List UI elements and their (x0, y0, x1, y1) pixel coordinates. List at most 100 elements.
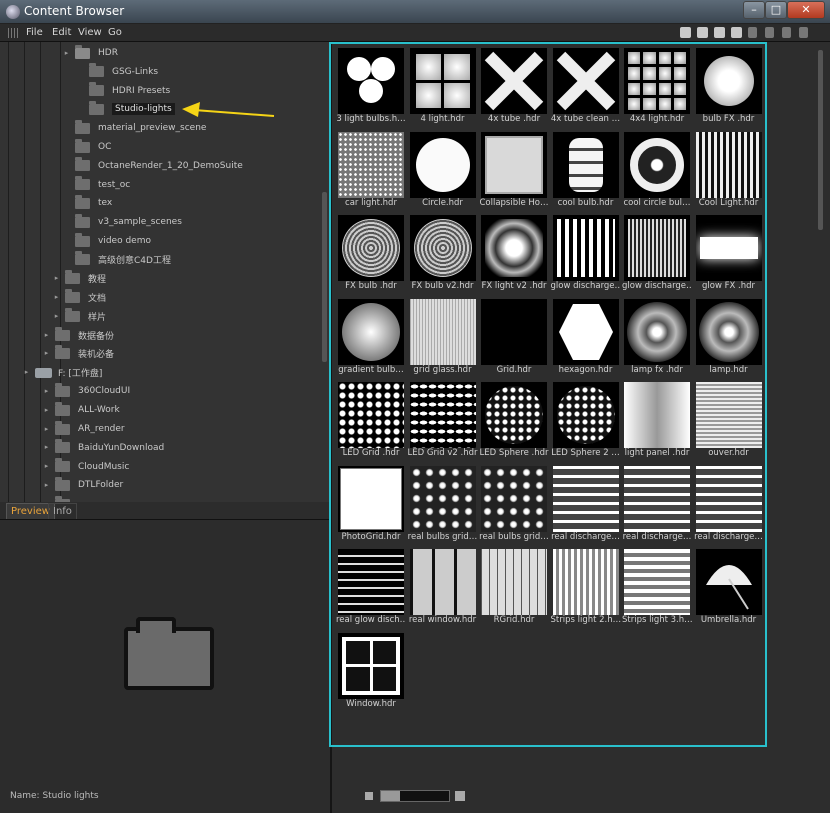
menu-view[interactable]: View (78, 27, 102, 38)
file-thumbnail[interactable]: cool bulb.hdr (551, 128, 621, 210)
expand-arrow-icon[interactable]: ▸ (62, 49, 71, 58)
file-thumbnail[interactable]: FX bulb .hdr (336, 211, 406, 293)
tree-item[interactable]: ▸ 数据备份 (42, 326, 114, 344)
tree-item[interactable]: ▸ BaiduYunDownload (42, 439, 164, 457)
file-thumbnail[interactable]: FX light v2 .hdr (479, 211, 549, 293)
home-icon[interactable] (731, 27, 742, 38)
file-thumbnail[interactable]: grid glass.hdr (408, 295, 478, 377)
tree-item[interactable]: ▸ 360CloudUI (42, 382, 130, 400)
file-thumbnail[interactable]: Umbrella.hdr (694, 545, 764, 627)
file-thumbnail[interactable]: LED Sphere 2 … (551, 378, 621, 460)
search-icon[interactable] (799, 27, 808, 38)
tree-item[interactable]: OctaneRender_1_20_DemoSuite (62, 157, 243, 175)
tree-item[interactable]: GSG-Links (76, 63, 158, 81)
file-thumbnail[interactable]: lamp.hdr (694, 295, 764, 377)
tree-item[interactable]: ▸ 文档 (52, 288, 106, 306)
zoom-slider[interactable] (365, 789, 475, 803)
menu-file[interactable]: File (26, 27, 43, 38)
file-thumbnail[interactable]: LED Grid v2 .hdr (408, 378, 478, 460)
file-thumbnail[interactable]: glow FX .hdr (694, 211, 764, 293)
file-thumbnail[interactable]: light panel .hdr (622, 378, 692, 460)
file-thumbnail[interactable]: real glow disch… (336, 545, 406, 627)
tree-item[interactable]: tex (62, 194, 112, 212)
menu-go[interactable]: Go (108, 27, 122, 38)
file-thumbnail[interactable]: real discharge… (622, 462, 692, 544)
file-thumbnail[interactable]: PhotoGrid.hdr (336, 462, 406, 544)
expand-arrow-icon[interactable] (62, 180, 71, 189)
file-thumbnail[interactable]: glow discharge… (622, 211, 692, 293)
grid-scrollbar[interactable] (818, 50, 823, 230)
file-thumbnail[interactable]: Collapsible Ho… (479, 128, 549, 210)
file-thumbnail[interactable]: Strips light 2.h… (551, 545, 621, 627)
save-icon[interactable] (697, 27, 708, 38)
file-thumbnail[interactable]: ouver.hdr (694, 378, 764, 460)
file-thumbnail[interactable]: RGrid.hdr (479, 545, 549, 627)
expand-arrow-icon[interactable]: ▸ (42, 406, 51, 415)
file-thumbnail[interactable]: 4 light.hdr (408, 44, 478, 126)
file-thumbnail[interactable]: Window.hdr (336, 629, 406, 711)
tree-item[interactable]: test_oc (62, 176, 130, 194)
expand-arrow-icon[interactable] (76, 105, 85, 114)
expand-arrow-icon[interactable] (62, 143, 71, 152)
menu-edit[interactable]: Edit (52, 27, 71, 38)
tree-item[interactable]: v3_sample_scenes (62, 213, 182, 231)
file-thumbnail[interactable]: real discharge… (551, 462, 621, 544)
tree-item[interactable]: ▸ DTLFolder (42, 476, 123, 494)
file-thumbnail[interactable]: hexagon.hdr (551, 295, 621, 377)
large-thumb-icon[interactable] (455, 791, 465, 801)
expand-arrow-icon[interactable]: ▸ (22, 368, 31, 377)
file-thumbnail[interactable]: glow discharge… (551, 211, 621, 293)
zoom-track[interactable] (380, 790, 450, 802)
expand-arrow-icon[interactable]: ▸ (42, 349, 51, 358)
file-thumbnail[interactable]: real window.hdr (408, 545, 478, 627)
expand-arrow-icon[interactable]: ▸ (42, 462, 51, 471)
file-thumbnail[interactable]: LED Grid .hdr (336, 378, 406, 460)
tree-item[interactable]: ▸ 装机必备 (42, 345, 114, 363)
expand-arrow-icon[interactable]: ▸ (42, 331, 51, 340)
file-thumbnail[interactable]: 4x4 light.hdr (622, 44, 692, 126)
tree-item[interactable]: ▸ CloudMusic (42, 458, 129, 476)
file-thumbnail[interactable]: Strips light 3.h… (622, 545, 692, 627)
tree-item[interactable]: HDRI Presets (76, 82, 170, 100)
forward-icon[interactable] (765, 27, 774, 38)
close-button[interactable]: ✕ (787, 1, 825, 19)
new-folder-icon[interactable] (680, 27, 691, 38)
expand-arrow-icon[interactable] (62, 124, 71, 133)
file-thumbnail[interactable]: real bulbs grid… (479, 462, 549, 544)
grip-icon[interactable] (8, 28, 18, 38)
expand-arrow-icon[interactable]: ▸ (52, 312, 61, 321)
tree-item[interactable]: ▸ ALL-Work (42, 401, 120, 419)
expand-arrow-icon[interactable] (62, 255, 71, 264)
expand-arrow-icon[interactable] (62, 199, 71, 208)
small-thumb-icon[interactable] (365, 792, 373, 800)
tree-item[interactable]: video demo (62, 232, 151, 250)
tree-item[interactable]: ▸ 样片 (52, 307, 106, 325)
file-thumbnail[interactable]: real discharge… (694, 462, 764, 544)
tab-info[interactable]: Info (48, 503, 77, 519)
tree-item[interactable]: Studio-lights (76, 100, 175, 118)
file-thumbnail[interactable]: cool circle bul… (622, 128, 692, 210)
expand-arrow-icon[interactable] (62, 161, 71, 170)
file-thumbnail[interactable]: gradient bulb… (336, 295, 406, 377)
tree-item[interactable]: ▸ 教程 (52, 270, 106, 288)
tree-item[interactable]: 高级创意C4D工程 (62, 251, 171, 269)
file-thumbnail[interactable]: Cool Light.hdr (694, 128, 764, 210)
tree-item[interactable]: ▸ F: [工作盘] (22, 364, 102, 382)
file-thumbnail[interactable]: 4x tube .hdr (479, 44, 549, 126)
file-thumbnail[interactable]: real bulbs grid… (408, 462, 478, 544)
file-thumbnail[interactable]: LED Sphere .hdr (479, 378, 549, 460)
file-thumbnail[interactable]: 3 light bulbs.h… (336, 44, 406, 126)
expand-arrow-icon[interactable] (76, 86, 85, 95)
file-thumbnail[interactable]: Circle.hdr (408, 128, 478, 210)
expand-arrow-icon[interactable]: ▸ (42, 481, 51, 490)
expand-arrow-icon[interactable]: ▸ (52, 274, 61, 283)
expand-arrow-icon[interactable] (62, 218, 71, 227)
file-thumbnail[interactable]: FX bulb v2.hdr (408, 211, 478, 293)
expand-arrow-icon[interactable]: ▸ (42, 425, 51, 434)
maximize-button[interactable]: □ (765, 1, 787, 19)
tree-scrollbar[interactable] (322, 192, 327, 362)
file-thumbnail[interactable]: bulb FX .hdr (694, 44, 764, 126)
expand-arrow-icon[interactable]: ▸ (42, 443, 51, 452)
file-thumbnail[interactable]: car light.hdr (336, 128, 406, 210)
expand-arrow-icon[interactable] (76, 67, 85, 76)
